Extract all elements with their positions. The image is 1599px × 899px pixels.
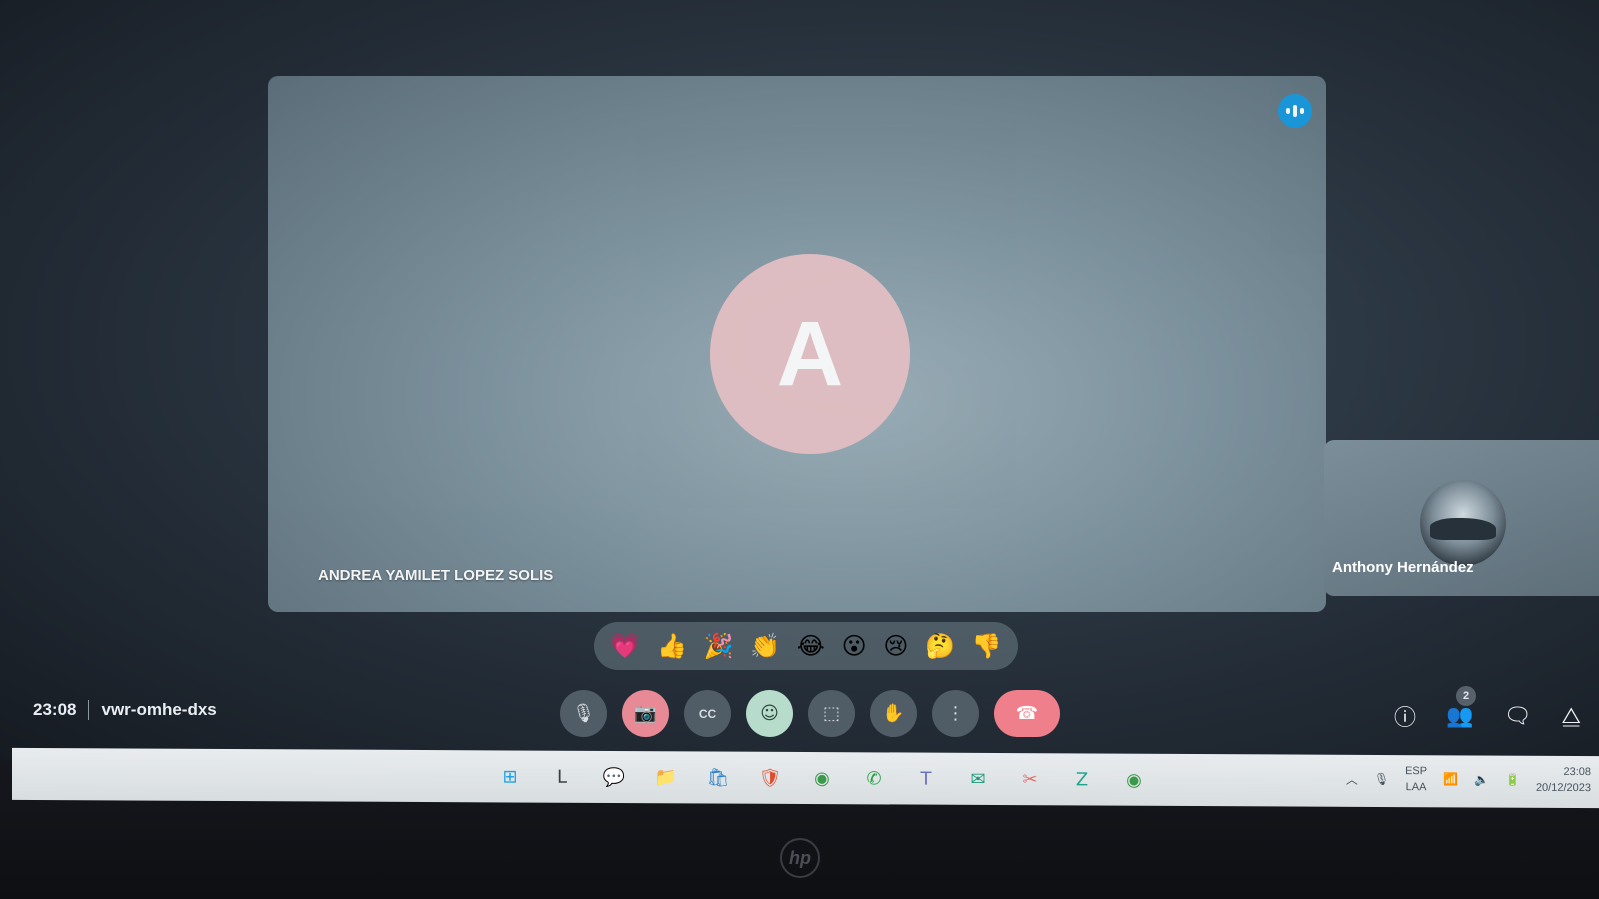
reactions-button[interactable]: ☺ — [746, 690, 793, 737]
keyboard-layout: LAA — [1405, 781, 1427, 794]
thumbs-up-reaction-icon[interactable]: 👍 — [657, 634, 687, 658]
microphone-icon: 🎙 — [572, 703, 595, 724]
meeting-info: 23:08 vwr-omhe-dxs — [33, 700, 217, 720]
sad-reaction-icon[interactable]: 😢 — [883, 634, 908, 658]
battery-icon[interactable]: 🔋 — [1505, 773, 1520, 787]
camera-off-button[interactable]: 📷 — [622, 690, 669, 737]
raise-hand-button[interactable]: ✋ — [870, 690, 917, 737]
chrome-active-icon[interactable]: ◉ — [1120, 766, 1148, 794]
chat-icon[interactable]: 🗨 — [1503, 704, 1531, 729]
surprised-reaction-icon[interactable]: 😮 — [842, 634, 867, 658]
clap-reaction-icon[interactable]: 👏 — [750, 634, 780, 658]
people-icon[interactable]: 👥 2 — [1446, 685, 1477, 729]
hp-logo: hp — [780, 838, 820, 878]
volume-icon[interactable]: 🔈 — [1474, 773, 1489, 787]
system-tray: ︿ 🎙 ESP LAA 📶 🔈 🔋 23:08 20/12/2023 — [1346, 763, 1591, 796]
participant-count-badge: 2 — [1456, 685, 1477, 706]
heart-reaction-icon[interactable]: 💗 — [610, 634, 640, 658]
whatsapp-icon[interactable]: ✆ — [860, 764, 888, 792]
meeting-code: vwr-omhe-dxs — [101, 700, 217, 719]
thumbs-down-reaction-icon[interactable]: 👎 — [972, 634, 1002, 658]
hand-icon: ✋ — [882, 703, 905, 724]
clock-time: 23:08 — [1563, 765, 1591, 779]
thinking-reaction-icon[interactable]: 🤔 — [925, 634, 955, 658]
taskbar-apps: ⊞ L 💬 📁 🛍 🛡 ◉ ✆ T ✉ ✂ Z ◉ — [496, 762, 1148, 793]
leave-call-button[interactable]: ☎ — [994, 690, 1060, 737]
wifi-icon[interactable]: 📶 — [1443, 772, 1458, 786]
chat-icon[interactable]: 💬 — [600, 763, 628, 791]
system-clock[interactable]: 23:08 20/12/2023 — [1536, 764, 1591, 796]
laugh-reaction-icon[interactable]: 😂 — [797, 634, 825, 658]
hang-up-icon: ☎ — [1015, 703, 1039, 724]
mail-icon[interactable]: ✉ — [964, 765, 992, 793]
participant-avatar: A — [710, 254, 910, 454]
side-panel-buttons: ⓘ 👥 2 🗨 ⧋ — [1394, 685, 1581, 732]
more-vert-icon: ⋮ — [946, 703, 965, 724]
chevron-up-icon[interactable]: ︿ — [1346, 770, 1358, 787]
self-view-tile[interactable]: Anthony Hernández — [1324, 440, 1599, 596]
clock-date: 20/12/2023 — [1535, 781, 1591, 795]
windows-taskbar: ⊞ L 💬 📁 🛍 🛡 ◉ ✆ T ✉ ✂ Z ◉ ︿ 🎙 ESP LAA 📶 🔈 🔋 23:08 20… — [12, 747, 1599, 809]
microphone-tray-icon[interactable]: 🎙 — [1374, 772, 1389, 786]
teams-icon[interactable]: T — [912, 765, 940, 793]
activities-icon[interactable]: ⧋ — [1561, 704, 1581, 729]
participant-initial: A — [776, 302, 844, 405]
captions-button[interactable]: CC — [684, 690, 731, 737]
language-indicator[interactable]: ESP LAA — [1405, 763, 1427, 795]
file-explorer-icon[interactable]: 📁 — [652, 763, 680, 791]
self-name: Anthony Hernández — [1332, 559, 1474, 576]
present-screen-button[interactable]: ⬚ — [808, 690, 855, 737]
present-icon: ⬚ — [822, 703, 840, 724]
info-icon[interactable]: ⓘ — [1394, 700, 1416, 732]
windows-start-icon[interactable]: ⊞ — [496, 762, 524, 790]
reactions-bar: 💗 👍 🎉 👏 😂 😮 😢 🤔 👎 — [594, 622, 1018, 670]
camera-off-icon: 📷 — [634, 703, 657, 724]
party-reaction-icon[interactable]: 🎉 — [704, 634, 734, 658]
call-controls: 🎙 📷 CC ☺ ⬚ ✋ ⋮ ☎ — [560, 690, 1060, 737]
chrome-icon[interactable]: ◉ — [808, 764, 836, 792]
brave-icon[interactable]: 🛡 — [756, 764, 784, 792]
meeting-time: 23:08 — [33, 700, 77, 719]
search-icon[interactable]: L — [548, 763, 576, 791]
more-options-button[interactable]: ⋮ — [932, 690, 979, 737]
main-participant-tile[interactable]: A ANDREA YAMILET LOPEZ SOLIS — [268, 76, 1326, 612]
store-icon[interactable]: 🛍 — [704, 763, 732, 791]
participant-name: ANDREA YAMILET LOPEZ SOLIS — [318, 567, 554, 584]
tool-icon[interactable]: ✂ — [1016, 765, 1044, 793]
emoji-icon: ☺ — [760, 703, 779, 724]
captions-icon: CC — [698, 706, 717, 721]
microphone-button[interactable]: 🎙 — [560, 690, 607, 737]
self-avatar — [1420, 480, 1506, 566]
language-code: ESP — [1405, 765, 1428, 778]
divider — [88, 700, 90, 720]
speaking-indicator-icon — [1278, 94, 1312, 128]
meet-screen: A ANDREA YAMILET LOPEZ SOLIS Anthony Her… — [0, 0, 1599, 760]
z-app-icon[interactable]: Z — [1068, 765, 1096, 793]
